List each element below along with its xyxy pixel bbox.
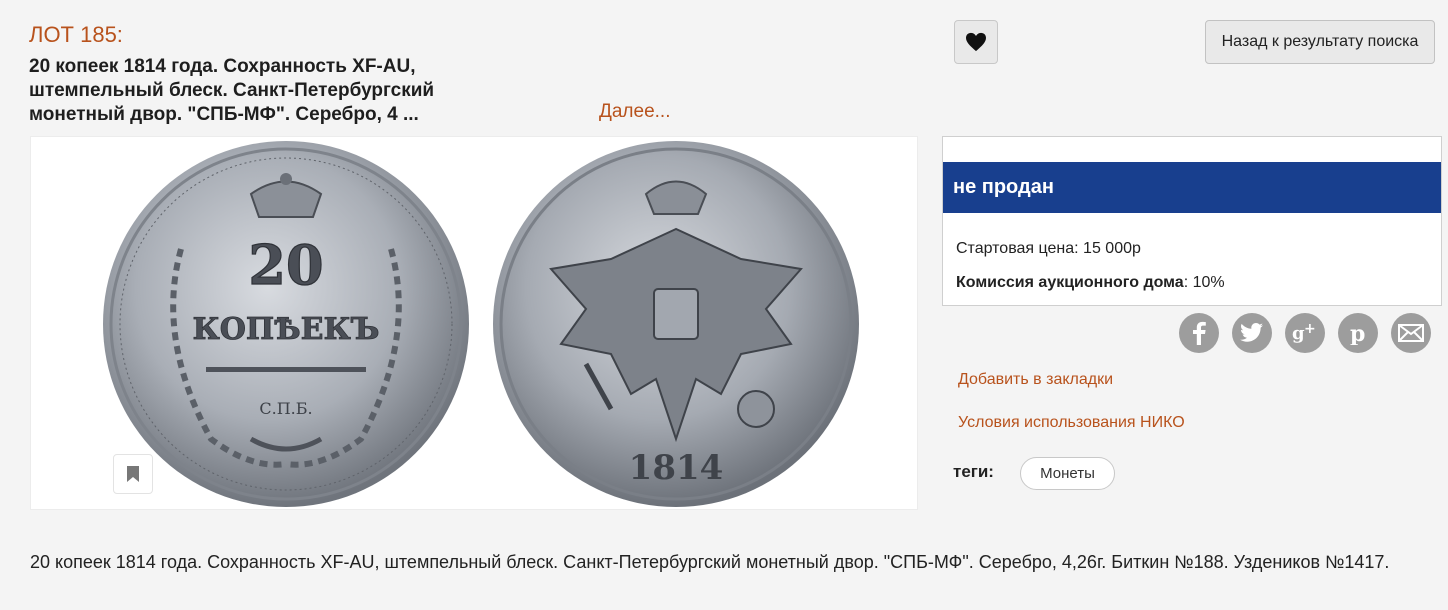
social-share-bar: g + p [1179,313,1431,353]
lot-label: ЛОТ 185: [29,22,123,47]
tags-label: теги: [953,462,994,481]
coin-denomination: 20 [248,233,323,297]
status-badge: не продан [943,162,1441,213]
svg-text:+: + [1304,322,1316,337]
back-to-results-button[interactable]: Назад к результату поиска [1205,20,1435,64]
pinterest-share-button[interactable]: p [1338,313,1378,353]
mail-icon [1398,324,1424,342]
coin-word: КОПѢЕКЪ [192,312,379,347]
tag-chip[interactable]: Монеты [1020,457,1115,490]
heart-icon [966,32,986,52]
coin-obverse-image: 1814 [493,141,859,507]
start-price-value: 15 000р [1083,240,1141,257]
bookmark-icon [127,466,139,482]
facebook-icon [1193,321,1206,345]
coin-year: 1814 [629,448,724,488]
svg-text:p: p [1350,321,1365,345]
email-share-button[interactable] [1391,313,1431,353]
commission-value: : 10% [1183,274,1225,291]
lot-description: 20 копеек 1814 года. Сохранность XF-AU, … [30,552,1390,572]
twitter-icon [1240,323,1263,342]
twitter-share-button[interactable] [1232,313,1272,353]
google-plus-icon: g + [1292,322,1316,344]
add-bookmark-link[interactable]: Добавить в закладки [958,371,1113,389]
lot-title: 20 копеек 1814 года. Сохранность XF-AU, … [29,56,435,125]
commission-label: Комиссия аукционного дома [956,274,1184,291]
start-price: Стартовая цена: 15 000р [956,240,1141,258]
coin-mint-mark: С.П.Б. [259,399,312,418]
lot-image[interactable]: 20 КОПѢЕКЪ С.П.Б. 1814 [30,136,918,510]
favorite-button[interactable] [954,20,998,64]
commission: Комиссия аукционного дома: 10% [956,274,1225,292]
facebook-share-button[interactable] [1179,313,1219,353]
pinterest-icon: p [1350,321,1365,345]
more-link[interactable]: Далее... [599,101,671,123]
start-price-label: Стартовая цена: [956,240,1079,257]
image-bookmark-button[interactable] [113,454,153,494]
lot-status-panel: не продан Стартовая цена: 15 000р Комисс… [942,136,1442,306]
terms-link[interactable]: Условия использования НИКО [958,414,1185,432]
google-plus-share-button[interactable]: g + [1285,313,1325,353]
coin-reverse-image: 20 КОПѢЕКЪ С.П.Б. [103,141,469,507]
